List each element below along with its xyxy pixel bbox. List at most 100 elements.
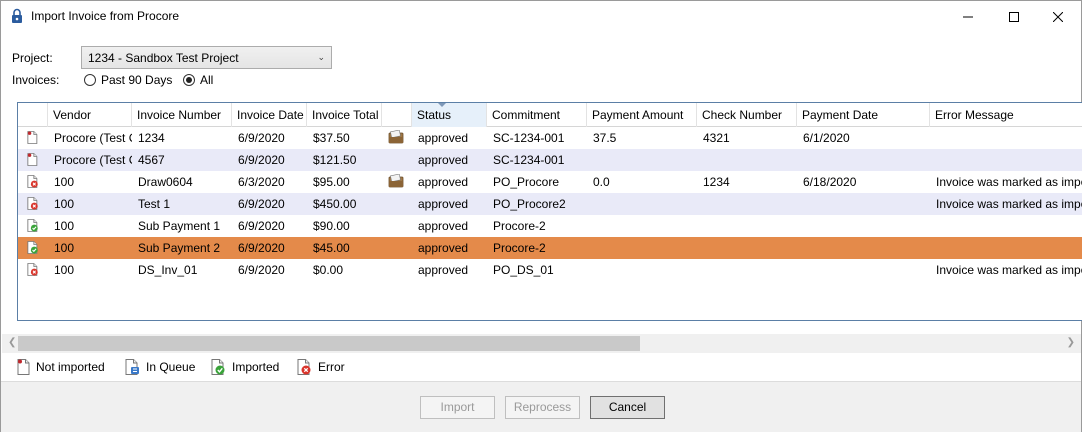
cell-check-number [697,149,797,171]
minimize-icon [963,16,973,17]
cell-commitment: SC-1234-001 [493,131,565,145]
reprocess-button[interactable]: Reprocess [505,396,580,419]
table-row[interactable]: 100 Sub Payment 2 6/9/2020 $45.00 approved Pr… [18,237,1082,259]
table-row[interactable]: Procore (Test C 4567 6/9/2020 $121.50 approv… [18,149,1082,171]
table-row[interactable]: 100 DS_Inv_01 6/9/2020 $0.00 approved PO_DS_0… [18,259,1082,281]
cell-status: approved [418,241,469,255]
cell-error-message [930,149,1082,171]
header-status[interactable]: Status [412,103,487,127]
lock-icon [12,8,22,23]
table-row[interactable]: Procore (Test C 1234 6/9/2020 $37.50 approve… [18,127,1082,149]
attachment-icon[interactable] [388,174,404,188]
cell-invoice-date: 6/3/2020 [238,175,285,189]
header-commitment[interactable]: Commitment [487,103,587,127]
cell-vendor: Procore (Test C [54,131,132,145]
cell-invoice-number: 1234 [138,131,165,145]
cell-check-number [697,193,797,215]
cell-commitment: PO_Procore2 [493,197,566,211]
close-icon [1053,11,1063,22]
cell-status: approved [418,131,469,145]
radio-past-90-days[interactable]: Past 90 Days [84,73,172,87]
header-error-message[interactable]: Error Message [930,103,1082,127]
cell-invoice-number: Test 1 [138,197,171,211]
horizontal-scrollbar[interactable]: ❮ ❯ [2,334,1081,353]
invoices-label: Invoices: [12,73,60,87]
scrollbar-thumb[interactable] [18,336,640,351]
cell-payment-date [797,259,930,281]
legend-in-queue-label: In Queue [146,360,196,374]
close-button[interactable] [1035,1,1081,32]
cell-commitment: PO_Procore [493,175,560,189]
scroll-right-icon[interactable]: ❯ [1067,337,1075,348]
radio-all[interactable]: All [183,73,213,87]
cancel-button[interactable]: Cancel [590,396,665,419]
cell-payment-amount [587,193,697,215]
error-icon [27,263,38,276]
cell-payment-date: 6/18/2020 [803,175,857,189]
cell-payment-date [797,193,930,215]
header-icon-column[interactable] [18,103,48,127]
legend-imported-label: Imported [232,360,280,374]
project-label: Project: [12,51,53,65]
header-check-number[interactable]: Check Number [697,103,797,127]
imported-icon [27,241,38,254]
minimize-button[interactable] [945,1,991,32]
cell-vendor: Procore (Test C [54,153,132,167]
table-row[interactable]: 100 Test 1 6/9/2020 $450.00 approved PO_Proco… [18,193,1082,215]
not-imported-icon [27,131,38,144]
cell-vendor: 100 [54,197,75,211]
table-row[interactable]: 100 Draw0604 6/3/2020 $95.00 approved PO_Proc… [18,171,1082,193]
cell-error-message: Invoice was marked as impo [936,263,1082,277]
cell-invoice-date: 6/9/2020 [238,131,285,145]
attachment-icon[interactable] [388,130,404,144]
cell-payment-amount: 37.5 [593,131,617,145]
cell-error-message [930,127,1082,149]
cell-invoice-total: $45.00 [313,241,350,255]
import-invoice-window: Import Invoice from Procore Project: 123… [0,0,1082,432]
cell-invoice-number: Sub Payment 1 [138,219,221,233]
maximize-button[interactable] [991,1,1037,32]
cell-invoice-total: $450.00 [313,197,357,211]
project-dropdown[interactable]: 1234 - Sandbox Test Project ⌄ [81,46,332,69]
cell-commitment: Procore-2 [493,219,546,233]
cell-payment-date [797,149,930,171]
header-invoice-total[interactable]: Invoice Total [307,103,382,127]
legend-in-queue: In Queue [125,358,195,376]
cell-invoice-total: $95.00 [313,175,350,189]
cell-error-message: Invoice was marked as impo [936,175,1082,189]
header-attachment[interactable] [382,103,412,127]
header-payment-date[interactable]: Payment Date [797,103,930,127]
header-payment-amount[interactable]: Payment Amount [587,103,697,127]
cell-vendor: 100 [54,241,75,255]
cell-commitment: Procore-2 [493,241,546,255]
cell-payment-amount [587,259,697,281]
cell-invoice-date: 6/9/2020 [238,219,285,233]
cell-commitment: PO_DS_01 [493,263,554,277]
legend-imported: Imported [211,358,279,376]
maximize-icon [1009,11,1019,22]
cell-invoice-number: Draw0604 [138,175,193,189]
radio-circle-checked [183,74,195,86]
cell-check-number: 4321 [703,131,730,145]
cell-payment-amount [587,237,697,259]
import-button[interactable]: Import [420,396,495,419]
cell-invoice-total: $0.00 [313,263,344,277]
cell-invoice-number: Sub Payment 2 [138,241,221,255]
header-invoice-date[interactable]: Invoice Date [232,103,307,127]
scroll-left-icon[interactable]: ❮ [8,337,16,348]
header-invoice-number[interactable]: Invoice Number [132,103,232,127]
cell-error-message: Invoice was marked as impo [936,197,1082,211]
cell-check-number [697,259,797,281]
cell-commitment: SC-1234-001 [493,153,565,167]
cell-status: approved [418,175,469,189]
cell-error-message [930,237,1082,259]
imported-icon [27,219,38,232]
invoice-grid: Vendor Invoice Number Invoice Date Invoi… [17,102,1082,321]
title-bar: Import Invoice from Procore [1,1,1081,32]
error-icon [27,197,38,210]
cell-invoice-number: DS_Inv_01 [138,263,198,277]
cell-payment-date [797,237,930,259]
cell-error-message [930,215,1082,237]
table-row[interactable]: 100 Sub Payment 1 6/9/2020 $90.00 approved Pr… [18,215,1082,237]
header-vendor[interactable]: Vendor [48,103,132,127]
